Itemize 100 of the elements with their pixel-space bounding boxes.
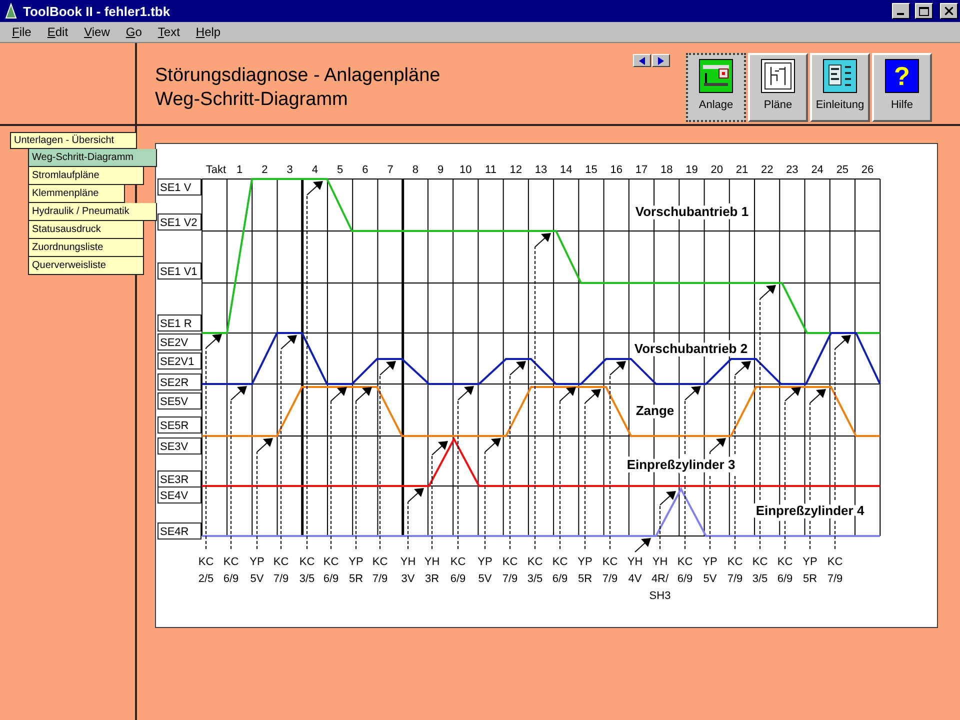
nav-item[interactable]: Stromlaufpläne (28, 167, 144, 185)
signal-label: KC 6/9 (223, 556, 239, 585)
signal-label: YP 5V (478, 556, 492, 585)
signal-label: KC 3/5 (299, 556, 315, 585)
step-number: 20 (710, 164, 723, 176)
step-number: 16 (610, 164, 622, 176)
page-subtitle: Weg-Schritt-Diagramm (155, 88, 349, 112)
trigger-arrow (634, 538, 651, 552)
window-title: ToolBook II - fehler1.tbk (23, 4, 172, 18)
step-number: 18 (660, 164, 673, 176)
row-label: SE4V (158, 486, 202, 504)
signal-label: KC 7/9 (372, 556, 388, 585)
row-label: SE1 V (158, 178, 202, 196)
signal-label: YP 5R (348, 556, 364, 585)
signal-label: KC 6/9 (777, 556, 793, 585)
maximize-button[interactable] (915, 3, 933, 19)
step-number: 24 (811, 164, 824, 176)
nav-item[interactable]: Hydraulik / Pneumatik (28, 203, 157, 221)
signal-label: YP 5R (578, 556, 592, 585)
menu-item[interactable]: Text (150, 25, 188, 39)
step-number: 14 (560, 164, 572, 176)
menu-item[interactable]: Go (118, 25, 150, 39)
left-arrow-icon (638, 56, 646, 64)
signal-label: YH 3V (400, 556, 416, 585)
schematic-icon (761, 59, 795, 93)
row-label: SE5V (158, 392, 202, 410)
signal-label: YP 5V (250, 556, 264, 585)
step-number: 21 (736, 164, 748, 176)
row-label: SE5R (158, 416, 202, 434)
close-button[interactable] (940, 3, 958, 19)
next-button[interactable] (652, 54, 670, 67)
row-label: SE1 V1 (158, 262, 202, 280)
signal-label: KC 7/9 (602, 556, 618, 585)
step-number: 26 (861, 164, 874, 176)
row-label: SE2V (158, 334, 202, 350)
maximize-icon (919, 6, 929, 16)
menu-item[interactable]: File (4, 25, 40, 39)
signal-label: YP 5V (702, 556, 718, 585)
row-label: SE2V1 (158, 352, 202, 370)
menu-item[interactable]: View (76, 25, 118, 39)
nav-item[interactable]: Weg-Schritt-Diagramm (28, 149, 157, 167)
step-number: 17 (635, 164, 648, 176)
row-label: SE2R (158, 374, 202, 390)
step-number: 13 (534, 164, 548, 176)
signal-label: YH 4R/ SH3 (649, 556, 671, 602)
toolbar-button[interactable]: Pläne (748, 53, 808, 122)
signal-label: KC 7/9 (827, 556, 843, 585)
nav-item[interactable]: Zuordnungsliste (28, 239, 144, 257)
nav-item[interactable]: Klemmenpläne (28, 185, 125, 203)
signal-label: KC 3/5 (752, 556, 768, 585)
signal-label: KC 6/9 (677, 556, 693, 585)
step-number: 10 (460, 164, 472, 176)
row-label: SE1 V2 (158, 214, 202, 230)
step-number: 2 (262, 164, 268, 176)
step-number: 8 (412, 164, 418, 176)
step-number: 3 (286, 164, 293, 176)
nav-item[interactable]: Statusausdruck (28, 221, 144, 239)
page-title: Störungsdiagnose - Anlagenpläne (155, 64, 442, 88)
signal-label: KC 7/9 (727, 556, 743, 585)
nav-section[interactable]: Unterlagen - Übersicht (10, 132, 137, 149)
toolbar-button[interactable]: Anlage (686, 53, 746, 122)
previous-button[interactable] (633, 54, 651, 67)
step-number: 6 (362, 164, 368, 176)
help-icon: ? (885, 59, 919, 93)
menu-item[interactable]: Help (188, 25, 229, 39)
plant-icon (699, 59, 733, 93)
takt-label: Takt (206, 164, 226, 176)
right-arrow-icon (657, 56, 665, 64)
step-number: 23 (786, 164, 798, 176)
row-label: SE3V (158, 438, 202, 454)
step-number: 11 (485, 164, 496, 176)
step-number: 9 (437, 164, 444, 176)
menu-item[interactable]: Edit (39, 25, 76, 39)
step-number: 25 (836, 164, 849, 176)
step-number: 22 (760, 164, 774, 176)
nav-item[interactable]: Querverweisliste (28, 257, 144, 275)
signal-label: KC 7/9 (273, 556, 289, 585)
step-number: 12 (510, 164, 522, 176)
signal-label: KC 7/9 (502, 556, 518, 585)
trigger-arrow (408, 488, 424, 550)
row-label: SE4R (158, 522, 202, 540)
step-number: 15 (585, 164, 598, 176)
signal-label: KC 6/9 (552, 556, 568, 585)
trigger-arrow (660, 491, 676, 550)
step-number: 5 (336, 164, 344, 176)
step-number: 7 (387, 164, 394, 176)
signal-label: KC 2/5 (198, 556, 214, 585)
toolbar-button[interactable]: ? Hilfe (872, 53, 932, 122)
row-label: SE3R (158, 470, 202, 488)
close-icon (945, 7, 953, 15)
minimize-button[interactable] (892, 3, 910, 19)
toolbar-button[interactable]: Einleitung (810, 53, 870, 122)
step-number: 19 (686, 164, 698, 176)
row-label: SE1 R (158, 314, 202, 332)
step-number: 4 (312, 164, 318, 176)
signal-label: KC 3/5 (527, 556, 543, 585)
circuit-board-icon (823, 59, 857, 93)
signal-label: YH 4V (627, 556, 643, 585)
signal-label: KC 6/9 (323, 556, 339, 585)
app-icon (4, 3, 18, 19)
